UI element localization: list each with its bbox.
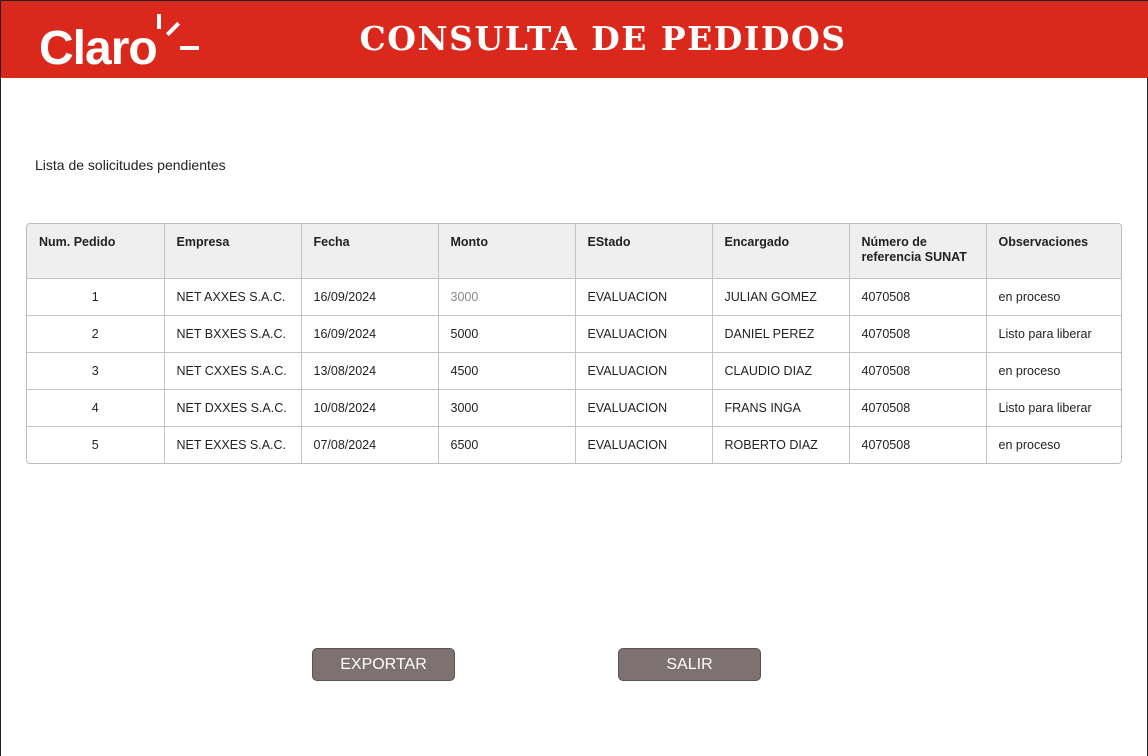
cell-encargado: JULIAN GOMEZ	[712, 278, 850, 316]
cell-estado: EVALUACION	[575, 315, 713, 353]
column-header-encargado: Encargado	[712, 224, 850, 279]
column-header-fecha: Fecha	[301, 224, 439, 279]
cell-fecha: 07/08/2024	[301, 426, 439, 463]
table-row[interactable]: 4 NET DXXES S.A.C. 10/08/2024 3000 EVALU…	[27, 389, 1121, 427]
cell-referencia-sunat: 4070508	[849, 278, 987, 316]
cell-monto: 3000	[438, 389, 576, 427]
table-row[interactable]: 5 NET EXXES S.A.C. 07/08/2024 6500 EVALU…	[27, 426, 1121, 463]
orders-table: Num. Pedido Empresa Fecha Monto EStado E…	[26, 223, 1122, 464]
cell-empresa: NET CXXES S.A.C.	[164, 352, 302, 390]
cell-num-pedido: 2	[27, 315, 165, 353]
cell-estado: EVALUACION	[575, 278, 713, 316]
cell-referencia-sunat: 4070508	[849, 426, 987, 463]
export-button[interactable]: EXPORTAR	[312, 648, 455, 681]
cell-observaciones: Listo para liberar	[986, 389, 1121, 427]
table-row[interactable]: 1 NET AXXES S.A.C. 16/09/2024 3000 EVALU…	[27, 278, 1121, 316]
table-row[interactable]: 2 NET BXXES S.A.C. 16/09/2024 5000 EVALU…	[27, 315, 1121, 353]
cell-referencia-sunat: 4070508	[849, 352, 987, 390]
cell-num-pedido: 4	[27, 389, 165, 427]
cell-fecha: 10/08/2024	[301, 389, 439, 427]
column-header-empresa: Empresa	[164, 224, 302, 279]
exit-button[interactable]: SALIR	[618, 648, 761, 681]
column-header-monto: Monto	[438, 224, 576, 279]
cell-monto: 4500	[438, 352, 576, 390]
app-header: Claro CONSULTA DE PEDIDOS	[1, 0, 1148, 78]
cell-observaciones: Listo para liberar	[986, 315, 1121, 353]
cell-estado: EVALUACION	[575, 352, 713, 390]
page-title: CONSULTA DE PEDIDOS	[359, 19, 847, 58]
cell-monto: 5000	[438, 315, 576, 353]
cell-observaciones: en proceso	[986, 352, 1121, 390]
cell-empresa: NET AXXES S.A.C.	[164, 278, 302, 316]
column-header-estado: EStado	[575, 224, 713, 279]
cell-fecha: 16/09/2024	[301, 315, 439, 353]
list-subtitle: Lista de solicitudes pendientes	[35, 157, 226, 173]
cell-encargado: DANIEL PEREZ	[712, 315, 850, 353]
cell-empresa: NET EXXES S.A.C.	[164, 426, 302, 463]
cell-fecha: 16/09/2024	[301, 278, 439, 316]
cell-monto: 6500	[438, 426, 576, 463]
cell-observaciones: en proceso	[998, 437, 1061, 452]
cell-num-pedido: 3	[27, 352, 165, 390]
cell-referencia-sunat: 4070508	[849, 315, 987, 353]
cell-estado: EVALUACION	[575, 426, 713, 463]
cell-observaciones: en proceso	[986, 278, 1121, 316]
table-header-row: Num. Pedido Empresa Fecha Monto EStado E…	[27, 224, 1121, 279]
column-header-observaciones: Observaciones	[986, 224, 1121, 279]
cell-encargado: CLAUDIO DIAZ	[712, 352, 850, 390]
cell-num-pedido: 5	[27, 426, 165, 463]
cell-referencia-sunat: 4070508	[849, 389, 987, 427]
cell-empresa: NET BXXES S.A.C.	[164, 315, 302, 353]
table-row[interactable]: 3 NET CXXES S.A.C. 13/08/2024 4500 EVALU…	[27, 352, 1121, 390]
cell-encargado: ROBERTO DIAZ	[712, 426, 850, 463]
cell-fecha: 13/08/2024	[301, 352, 439, 390]
cell-empresa: NET DXXES S.A.C.	[164, 389, 302, 427]
cell-estado: EVALUACION	[575, 389, 713, 427]
cell-encargado: FRANS INGA	[712, 389, 850, 427]
cell-num-pedido: 1	[27, 278, 165, 316]
column-header-num-pedido: Num. Pedido	[27, 224, 165, 279]
column-header-referencia-sunat: Número de referencia SUNAT	[849, 224, 987, 279]
cell-monto: 3000	[438, 278, 576, 316]
